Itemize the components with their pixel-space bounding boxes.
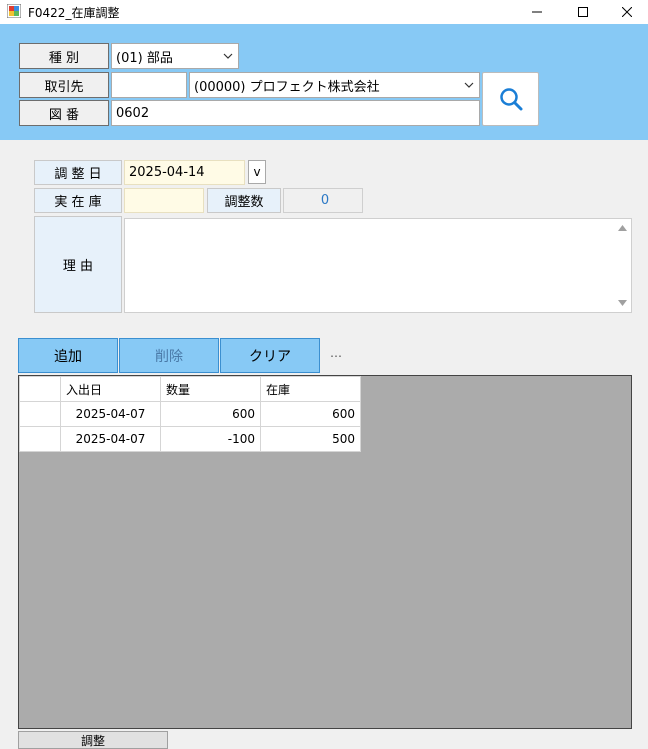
row-header[interactable] <box>19 426 61 452</box>
date-label: 調 整 日 <box>34 160 122 185</box>
cell-stock[interactable]: 600 <box>260 401 361 427</box>
search-icon <box>499 88 522 111</box>
scroll-up-icon[interactable] <box>618 225 627 231</box>
clear-button[interactable]: クリア <box>220 338 320 373</box>
row-header[interactable] <box>19 401 61 427</box>
title-bar: F0422_在庫調整 <box>0 0 648 24</box>
column-header-stock[interactable]: 在庫 <box>260 376 361 402</box>
cell-qty[interactable]: -100 <box>160 426 261 452</box>
drawing-input[interactable]: 0602 <box>111 100 480 126</box>
kind-label: 種 別 <box>19 43 109 69</box>
reason-label: 理 由 <box>34 216 122 313</box>
more-indicator: … <box>330 346 342 360</box>
adjust-button[interactable]: 調整 <box>18 731 168 749</box>
minimize-button[interactable] <box>514 0 560 24</box>
history-grid[interactable]: 入出日 数量 在庫 2025-04-07 600 600 2025-04-07 … <box>18 375 632 729</box>
cell-date[interactable]: 2025-04-07 <box>60 401 161 427</box>
history-table: 入出日 数量 在庫 2025-04-07 600 600 2025-04-07 … <box>19 376 361 452</box>
delete-button[interactable]: 削除 <box>119 338 219 373</box>
minimize-icon <box>532 11 542 13</box>
reason-textarea[interactable] <box>124 218 632 313</box>
partner-label: 取引先 <box>19 72 109 98</box>
adjust-count-value: 0 <box>283 188 363 213</box>
row-header-corner <box>19 376 61 402</box>
column-header-qty[interactable]: 数量 <box>160 376 261 402</box>
cell-stock[interactable]: 500 <box>260 426 361 452</box>
drawing-label: 図 番 <box>19 100 109 126</box>
close-button[interactable] <box>604 0 648 24</box>
partner-combo[interactable]: (00000) プロフェクト株式会社 <box>189 72 480 98</box>
table-row[interactable]: 2025-04-07 600 600 <box>19 401 361 427</box>
partner-value: (00000) プロフェクト株式会社 <box>194 79 380 95</box>
close-icon <box>622 7 632 17</box>
table-header-row: 入出日 数量 在庫 <box>19 376 361 402</box>
date-input[interactable]: 2025-04-14 <box>124 160 245 185</box>
kind-value: (01) 部品 <box>116 50 173 66</box>
cell-date[interactable]: 2025-04-07 <box>60 426 161 452</box>
table-row[interactable]: 2025-04-07 -100 500 <box>19 426 361 452</box>
app-icon <box>7 4 21 18</box>
column-header-date[interactable]: 入出日 <box>60 376 161 402</box>
kind-combo[interactable]: (01) 部品 <box>111 43 239 69</box>
scroll-down-icon[interactable] <box>618 300 627 306</box>
cell-qty[interactable]: 600 <box>160 401 261 427</box>
search-button[interactable] <box>482 72 539 126</box>
actual-stock-input[interactable] <box>124 188 204 213</box>
maximize-button[interactable] <box>560 0 606 24</box>
window-title: F0422_在庫調整 <box>28 6 120 20</box>
chevron-down-icon <box>223 53 233 59</box>
adjust-count-label: 調整数 <box>207 188 281 213</box>
date-picker-button[interactable]: v <box>248 160 266 184</box>
partner-code-input[interactable] <box>111 72 187 98</box>
maximize-icon <box>578 7 588 17</box>
actual-stock-label: 実 在 庫 <box>34 188 122 213</box>
chevron-down-icon <box>464 82 474 88</box>
reason-scrollbar[interactable] <box>614 219 631 312</box>
add-button[interactable]: 追加 <box>18 338 118 373</box>
